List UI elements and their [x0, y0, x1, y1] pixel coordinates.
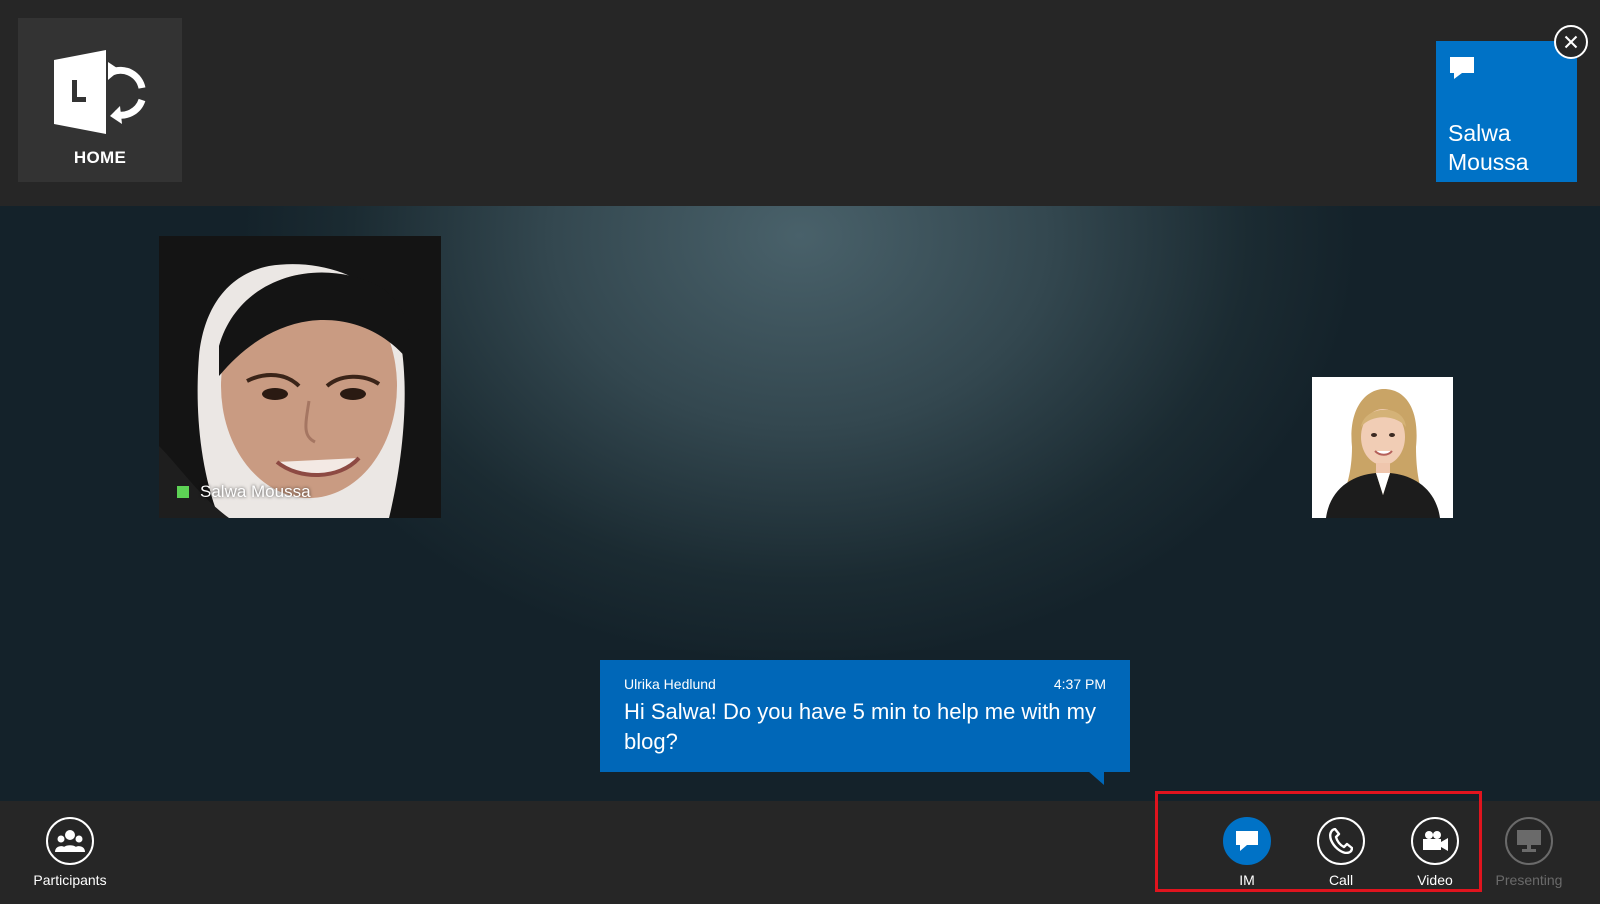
message-text: Hi Salwa! Do you have 5 min to help me w… [624, 699, 1096, 754]
phone-icon [1329, 828, 1353, 854]
call-button-circle [1317, 817, 1365, 865]
presenting-button[interactable]: Presenting [1484, 817, 1574, 888]
im-button-circle [1223, 817, 1271, 865]
avatar [1312, 377, 1453, 518]
message-meta: Ulrika Hedlund 4:37 PM [624, 676, 1106, 692]
message-bubble-tail [1088, 771, 1104, 785]
im-button[interactable]: IM [1202, 817, 1292, 888]
video-label: Video [1417, 872, 1453, 888]
im-message-bubble: Ulrika Hedlund 4:37 PM Hi Salwa! Do you … [600, 660, 1130, 772]
participants-button[interactable]: Participants [25, 817, 115, 888]
home-label: HOME [73, 148, 127, 167]
self-participant-tile[interactable] [1312, 377, 1453, 518]
chat-bubble-icon [1236, 831, 1258, 851]
top-bar: HOME Salwa Moussa [0, 0, 1600, 206]
message-sender: Ulrika Hedlund [624, 676, 716, 692]
conversation-tile[interactable]: Salwa Moussa [1436, 41, 1577, 182]
participant-name: Salwa Moussa [200, 482, 311, 501]
video-button[interactable]: Video [1390, 817, 1480, 888]
monitor-icon [1517, 830, 1541, 852]
participant-tile-main[interactable]: Salwa Moussa [159, 236, 441, 518]
close-icon [1564, 35, 1578, 49]
participant-photo [159, 236, 441, 518]
bottom-app-bar: Participants IM Call Video Presenting [0, 791, 1600, 904]
participants-icon [55, 830, 85, 852]
call-label: Call [1328, 872, 1354, 888]
participants-label: Participants [33, 872, 107, 888]
video-button-circle [1411, 817, 1459, 865]
call-button[interactable]: Call [1296, 817, 1386, 888]
presence-indicator [177, 486, 189, 498]
participant-name-row: Salwa Moussa [177, 482, 311, 502]
message-time: 4:37 PM [1053, 676, 1106, 692]
conversation-stage: Salwa Moussa Ulrika Hedlund 4:37 PM Hi S… [0, 206, 1600, 801]
im-label: IM [1239, 872, 1255, 888]
close-button[interactable] [1554, 25, 1588, 59]
presenting-button-circle [1505, 817, 1553, 865]
chat-bubble-icon [1450, 57, 1474, 79]
home-button[interactable]: HOME [18, 18, 182, 182]
participants-button-circle [46, 817, 94, 865]
lync-logo-icon [54, 50, 146, 134]
presenting-label: Presenting [1495, 872, 1563, 888]
video-camera-icon [1423, 831, 1448, 851]
conversation-name: Salwa Moussa [1448, 120, 1529, 175]
